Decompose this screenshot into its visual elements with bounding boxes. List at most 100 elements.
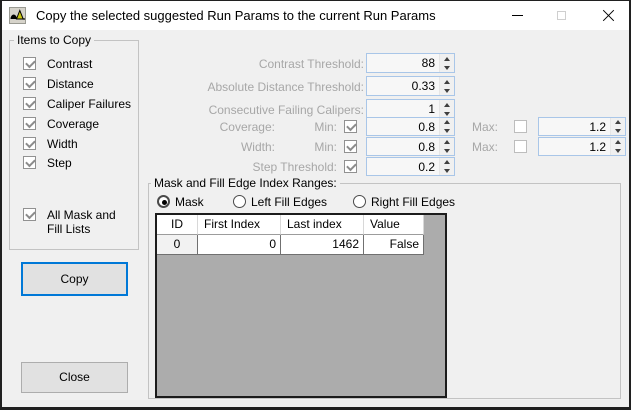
contrast-threshold-label: Contrast Threshold: — [258, 57, 364, 71]
checkbox-distance[interactable]: Distance — [23, 77, 94, 91]
spinner-value[interactable]: 88 — [367, 56, 439, 70]
width-min-checkbox — [344, 140, 357, 153]
width-max-checkbox[interactable] — [514, 140, 527, 153]
spin-up-icon[interactable] — [611, 118, 625, 127]
spin-down-icon[interactable] — [611, 147, 625, 156]
spin-down-icon[interactable] — [440, 147, 454, 156]
spin-up-icon[interactable] — [440, 77, 454, 86]
close-button[interactable] — [587, 1, 629, 29]
spin-up-icon[interactable] — [440, 118, 454, 127]
items-to-copy-title: Items to Copy — [14, 34, 95, 47]
cell-value[interactable]: False — [364, 235, 424, 255]
checkbox-label: Caliper Failures — [47, 97, 132, 111]
index-ranges-grid[interactable]: ID First Index Last index Value 0 0 1462… — [155, 213, 447, 398]
absolute-distance-threshold-spinner[interactable]: 0.33 — [366, 76, 455, 96]
radio-right-fill-edges-label[interactable]: Right Fill Edges — [371, 195, 455, 210]
spin-up-icon[interactable] — [440, 158, 454, 167]
spin-up-icon[interactable] — [440, 54, 454, 63]
checkbox-icon — [23, 97, 36, 110]
width-max-label: Max: — [471, 140, 498, 154]
coverage-max-spinner[interactable]: 1.2 — [538, 117, 626, 136]
radio-right-fill-edges[interactable] — [353, 195, 366, 208]
checkbox-label: Step — [47, 156, 72, 170]
grid-header-row: ID First Index Last index Value — [157, 215, 445, 235]
app-icon — [9, 7, 26, 24]
checkbox-label: All Mask and Fill Lists — [47, 208, 116, 236]
mask-fill-group-title: Mask and Fill Edge Index Ranges: — [151, 177, 340, 190]
width-label: Width: — [240, 140, 275, 154]
coverage-max-checkbox[interactable] — [514, 120, 527, 133]
maximize-button — [543, 1, 579, 29]
spinner-value[interactable]: 1.2 — [539, 140, 610, 154]
consecutive-failing-calipers-label: Consecutive Failing Calipers: — [208, 103, 364, 117]
spin-up-icon[interactable] — [611, 138, 625, 147]
checkbox-label: Distance — [47, 77, 94, 91]
spinner-value[interactable]: 1 — [367, 102, 439, 116]
radio-left-fill-edges[interactable] — [233, 195, 246, 208]
copy-button[interactable]: Copy — [21, 262, 128, 296]
close-dialog-button[interactable]: Close — [21, 362, 128, 393]
coverage-min-checkbox — [344, 120, 357, 133]
cell-id[interactable]: 0 — [157, 235, 198, 255]
dialog-window: Copy the selected suggested Run Params t… — [0, 0, 631, 410]
spin-up-icon[interactable] — [440, 100, 454, 109]
minimize-button[interactable] — [499, 1, 535, 29]
cell-first-index[interactable]: 0 — [198, 235, 281, 255]
radio-left-fill-edges-label[interactable]: Left Fill Edges — [251, 195, 327, 210]
checkbox-caliper-failures[interactable]: Caliper Failures — [23, 97, 131, 111]
close-icon — [602, 9, 615, 22]
checkbox-icon — [23, 117, 36, 130]
checkbox-icon — [23, 137, 36, 150]
consecutive-failing-calipers-spinner[interactable]: 1 — [366, 99, 455, 119]
spinner-value[interactable]: 1.2 — [539, 120, 610, 134]
radio-mask-label[interactable]: Mask — [175, 195, 204, 210]
step-threshold-spinner[interactable]: 0.2 — [366, 157, 455, 176]
title-bar[interactable]: Copy the selected suggested Run Params t… — [2, 1, 629, 30]
table-row[interactable]: 0 0 1462 False — [157, 235, 445, 255]
checkbox-label: Coverage — [47, 117, 100, 131]
spinner-value[interactable]: 0.8 — [367, 140, 439, 154]
width-max-spinner[interactable]: 1.2 — [538, 137, 626, 156]
window-border-left — [0, 0, 2, 410]
checkbox-icon — [23, 156, 36, 169]
spinner-value[interactable]: 0.33 — [367, 79, 439, 93]
radio-mask[interactable] — [157, 195, 170, 208]
column-header-last-index[interactable]: Last index — [281, 215, 364, 235]
checkbox-icon — [23, 77, 36, 90]
coverage-max-label: Max: — [471, 120, 498, 134]
step-threshold-label: Step Threshold: — [252, 160, 338, 174]
spin-up-icon[interactable] — [440, 138, 454, 147]
coverage-min-spinner[interactable]: 0.8 — [366, 117, 455, 136]
checkbox-contrast[interactable]: Contrast — [23, 57, 92, 71]
checkbox-coverage[interactable]: Coverage — [23, 117, 99, 131]
checkbox-step[interactable]: Step — [23, 156, 72, 170]
spinner-value[interactable]: 0.8 — [367, 120, 439, 134]
cell-last-index[interactable]: 1462 — [281, 235, 364, 255]
checkbox-icon — [23, 208, 36, 221]
checkbox-all-mask-fill-lists[interactable]: All Mask and Fill Lists — [23, 208, 131, 236]
checkbox-label: Width — [47, 137, 78, 151]
column-header-value[interactable]: Value — [364, 215, 424, 235]
coverage-min-label: Min: — [314, 120, 337, 134]
spin-down-icon[interactable] — [440, 127, 454, 136]
spinner-value[interactable]: 0.2 — [367, 160, 439, 174]
spin-down-icon[interactable] — [440, 63, 454, 72]
step-threshold-checkbox — [344, 160, 357, 173]
spin-down-icon[interactable] — [611, 127, 625, 136]
window-border-top — [0, 0, 631, 1]
checkbox-width[interactable]: Width — [23, 137, 78, 151]
absolute-distance-threshold-label: Absolute Distance Threshold: — [207, 80, 364, 94]
spin-down-icon[interactable] — [440, 167, 454, 176]
checkbox-icon — [23, 57, 36, 70]
spin-down-icon[interactable] — [440, 86, 454, 95]
checkbox-label: Contrast — [47, 57, 93, 71]
contrast-threshold-spinner[interactable]: 88 — [366, 53, 455, 73]
window-title: Copy the selected suggested Run Params t… — [36, 8, 436, 23]
column-header-id[interactable]: ID — [157, 215, 198, 235]
column-header-first-index[interactable]: First Index — [198, 215, 281, 235]
minimize-icon — [511, 14, 523, 16]
width-min-spinner[interactable]: 0.8 — [366, 137, 455, 156]
coverage-label: Coverage: — [219, 120, 275, 134]
width-min-label: Min: — [314, 140, 337, 154]
maximize-icon — [556, 10, 566, 20]
